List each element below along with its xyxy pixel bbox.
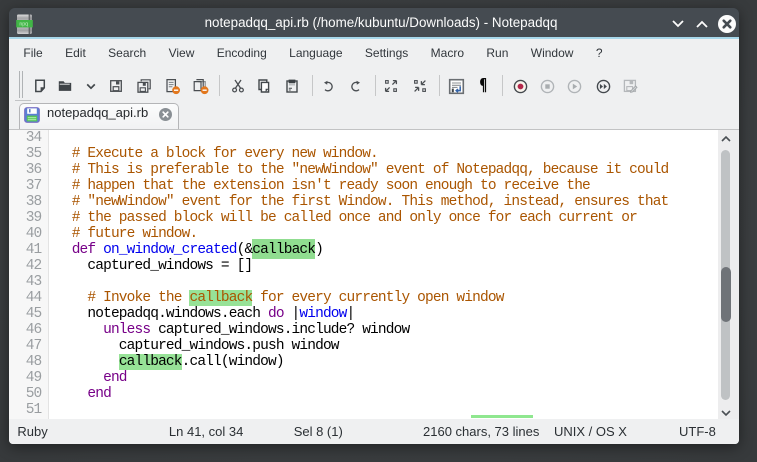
svg-text:npq: npq — [19, 21, 28, 27]
